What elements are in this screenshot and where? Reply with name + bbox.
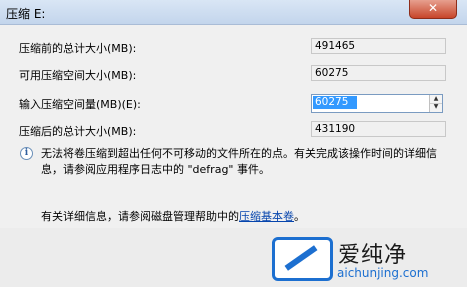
window-title: 压缩 E: <box>6 7 46 21</box>
help-prefix: 有关详细信息，请参阅磁盘管理帮助中的 <box>41 210 239 223</box>
shrink-amount-label: 输入压缩空间量(MB)(E): <box>19 98 141 111</box>
info-message: 无法将卷压缩到超出任何不可移动的文件所在的点。有关完成该操作时间的详细信息，请参… <box>41 147 437 176</box>
total-size-after-label: 压缩后的总计大小(MB): <box>19 125 137 138</box>
info-icon: i <box>20 147 33 160</box>
spinner: ▲ ▼ <box>429 95 442 112</box>
title-bar: 压缩 E: ✕ <box>0 0 467 25</box>
total-size-before-label: 压缩前的总计大小(MB): <box>19 42 137 55</box>
watermark-title: 爱纯净 <box>338 243 408 268</box>
total-size-before-value: 491465 <box>311 38 446 54</box>
help-suffix: 。 <box>294 210 305 223</box>
shrink-amount-input[interactable] <box>313 96 357 109</box>
close-button[interactable]: ✕ <box>409 0 457 19</box>
watermark-logo-icon <box>272 237 333 281</box>
watermark-stripe <box>284 245 318 271</box>
help-line: 有关详细信息，请参阅磁盘管理帮助中的压缩基本卷。 <box>41 208 305 224</box>
spin-down-arrow-icon[interactable]: ▼ <box>430 103 442 111</box>
shrink-amount-stepper[interactable]: ▲ ▼ <box>311 94 443 113</box>
shrink-basic-volume-link[interactable]: 压缩基本卷 <box>239 210 294 223</box>
watermark-url: aichunjing.com <box>337 266 429 280</box>
available-shrink-label: 可用压缩空间大小(MB): <box>19 69 137 82</box>
total-size-after-value: 431190 <box>311 121 446 137</box>
available-shrink-value: 60275 <box>311 65 446 81</box>
